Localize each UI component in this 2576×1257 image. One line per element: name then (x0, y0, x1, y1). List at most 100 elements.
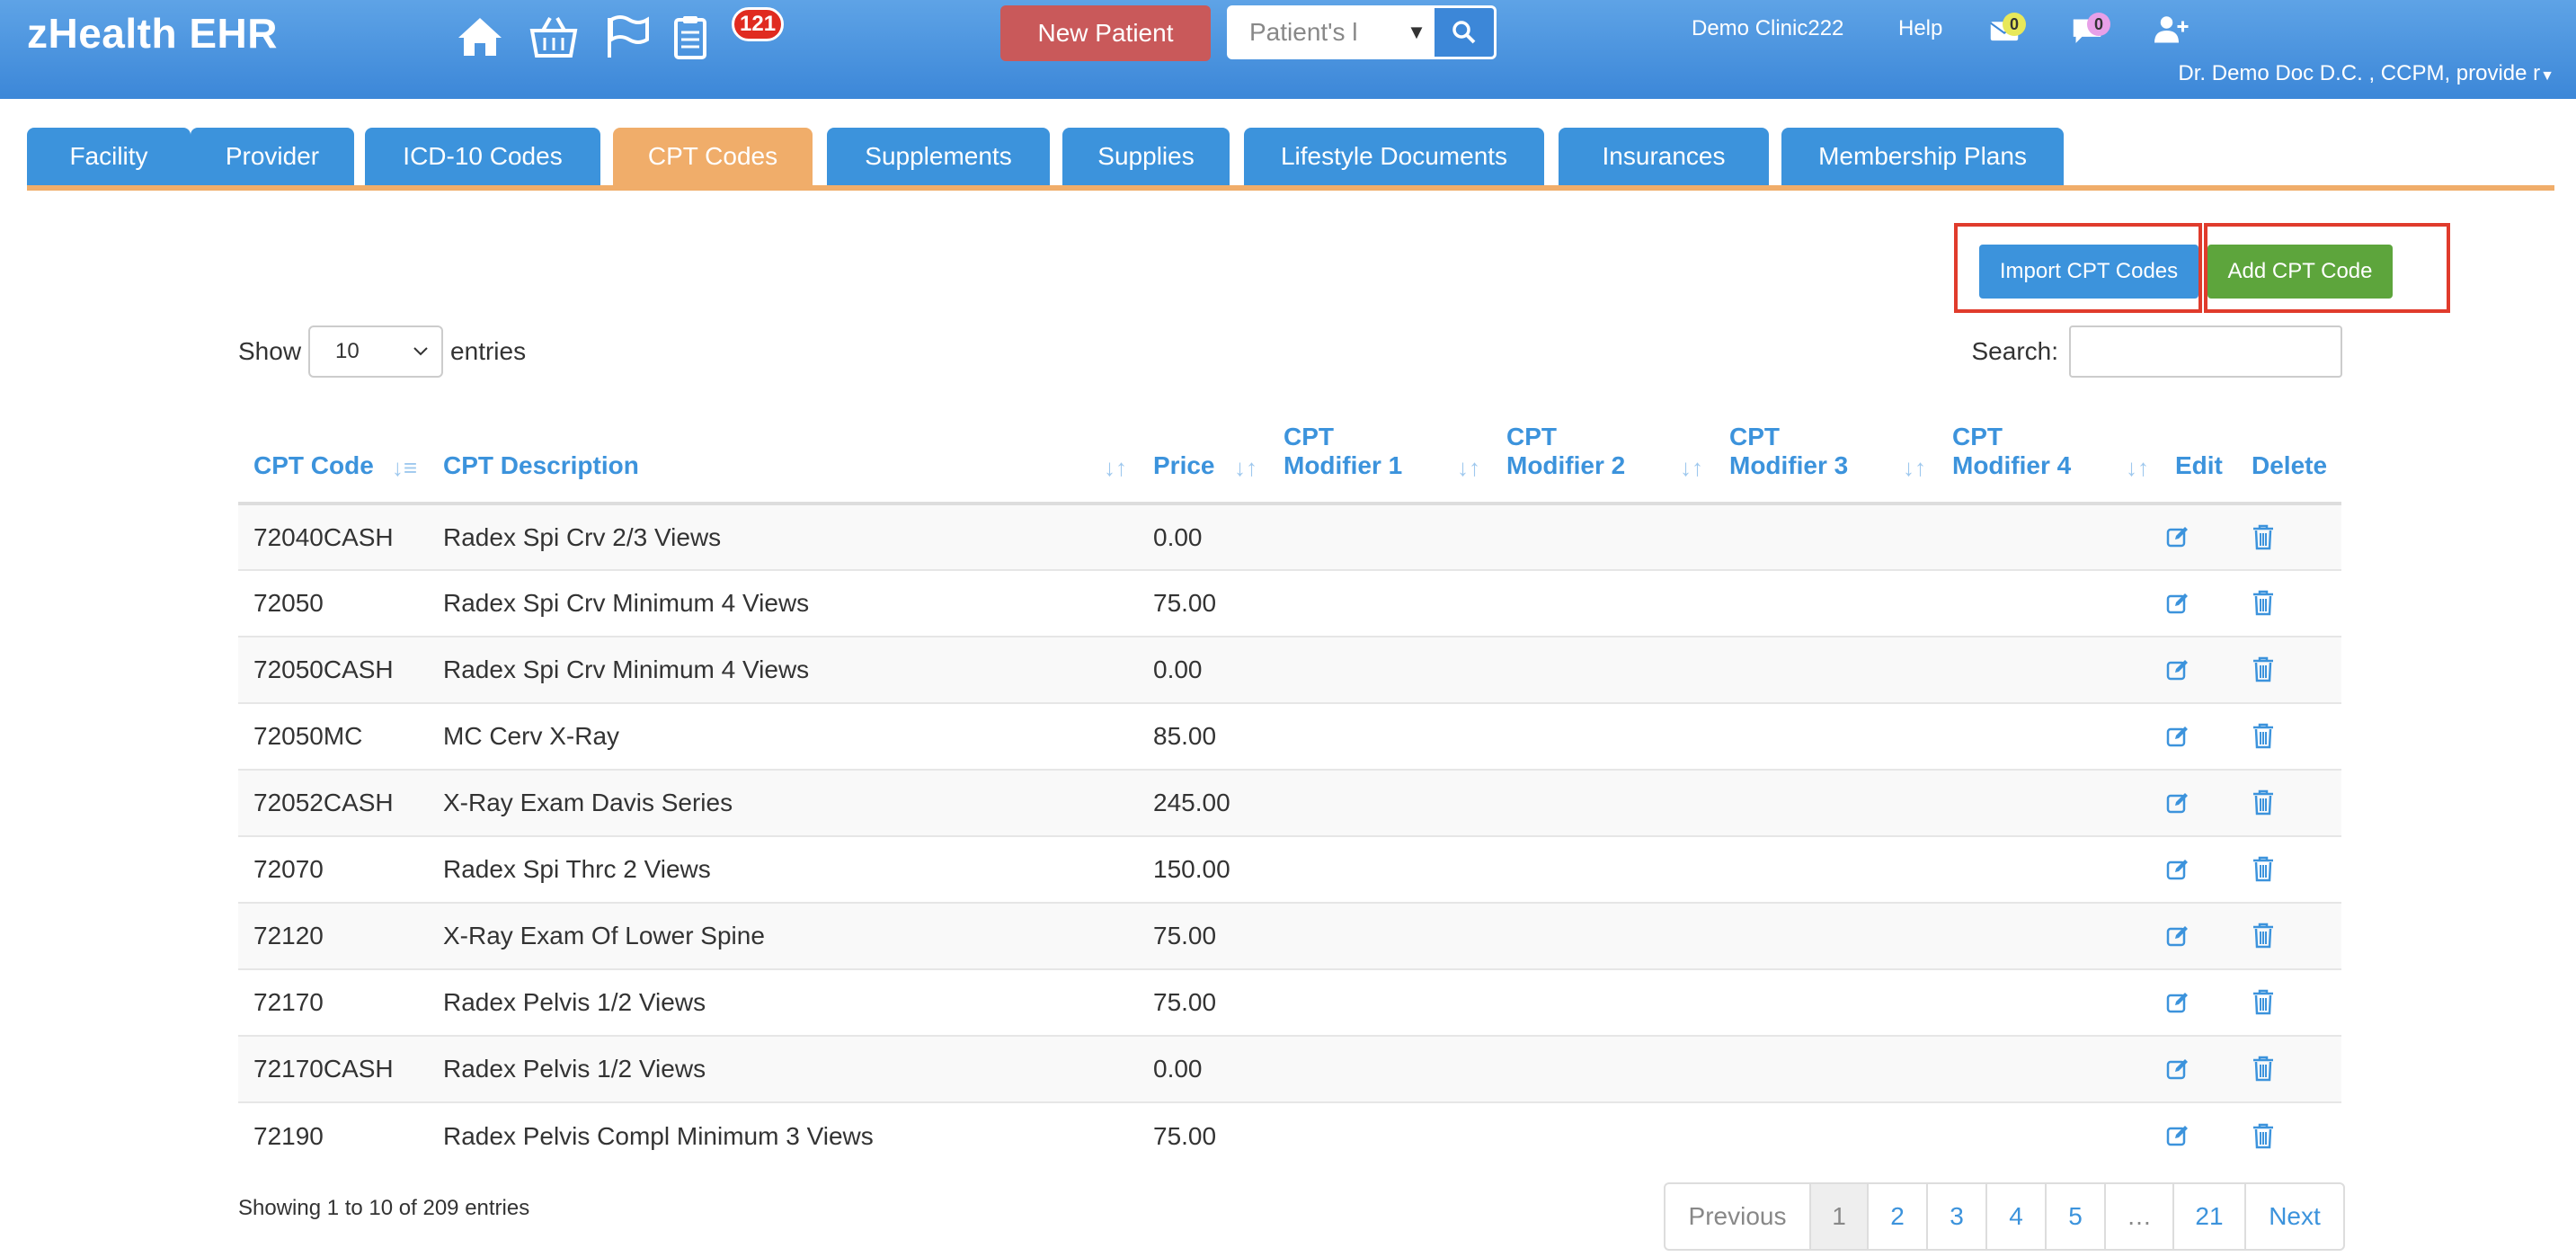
trash-icon[interactable] (2245, 784, 2281, 820)
cell-edit (2160, 902, 2236, 969)
tab-cpt-codes[interactable]: CPT Codes (613, 128, 813, 185)
header-label: CPT Description (443, 451, 639, 479)
pagination-page[interactable]: 4 (1985, 1184, 2045, 1249)
pagination-page[interactable]: 3 (1926, 1184, 1985, 1249)
pagination-page[interactable]: 5 (2045, 1184, 2104, 1249)
tab-lifestyle-documents[interactable]: Lifestyle Documents (1244, 128, 1544, 185)
tab-label: Provider (225, 142, 320, 170)
basket-icon[interactable] (529, 13, 579, 59)
cell-cpt-code: 72190 (238, 1101, 428, 1169)
patient-search[interactable]: Patient's l ▼ (1227, 5, 1497, 59)
patient-search-input[interactable]: Patient's l (1230, 18, 1399, 47)
cell-modifier-3 (1714, 1101, 1937, 1169)
table-row: 72190 Radex Pelvis Compl Minimum 3 Views 7… (238, 1101, 2341, 1169)
chat-icon[interactable]: 0 (2069, 13, 2112, 61)
header-cpt-code[interactable]: CPT Code ↓≡ (238, 396, 428, 505)
notification-badge[interactable]: 121 (732, 7, 785, 41)
sort-icon: ↓↑ (1457, 454, 1480, 481)
pagination-page[interactable]: 2 (1867, 1184, 1926, 1249)
trash-icon[interactable] (2245, 851, 2281, 887)
edit-icon[interactable] (2160, 718, 2196, 754)
highlight-box (1954, 223, 2202, 313)
tab-supplements[interactable]: Supplements (827, 128, 1050, 185)
header-cpt-modifier-1[interactable]: CPT Modifier 1 ↓↑ (1268, 396, 1491, 505)
header-cpt-description[interactable]: CPT Description ↓↑ (428, 396, 1138, 505)
pagination-page[interactable]: 1 (1809, 1184, 1867, 1249)
edit-icon[interactable] (2160, 585, 2196, 621)
clipboard-icon[interactable] (665, 13, 715, 59)
cell-modifier-2 (1491, 1101, 1714, 1169)
edit-icon[interactable] (2160, 519, 2196, 555)
tab-membership-plans[interactable]: Membership Plans (1781, 128, 2064, 185)
cell-cpt-description: MC Cerv X-Ray (428, 702, 1138, 770)
trash-icon[interactable] (2245, 984, 2281, 1020)
cell-delete (2236, 968, 2341, 1036)
pagination-previous[interactable]: Previous (1666, 1184, 1809, 1249)
cell-cpt-code: 72070 (238, 835, 428, 903)
cell-cpt-code: 72050MC (238, 702, 428, 770)
search-input[interactable] (2069, 325, 2342, 378)
header-cpt-modifier-4[interactable]: CPT Modifier 4 ↓↑ (1937, 396, 2160, 505)
pagination-next[interactable]: Next (2244, 1184, 2343, 1249)
edit-icon[interactable] (2160, 1051, 2196, 1087)
tab-icd-10-codes[interactable]: ICD-10 Codes (365, 128, 600, 185)
clinic-link[interactable]: Demo Clinic222 (1692, 16, 1843, 41)
search-button[interactable] (1435, 8, 1494, 57)
table-header-row: CPT Code ↓≡ CPT Description ↓↑ Price ↓↑ CPT… (238, 396, 2341, 505)
cell-modifier-4 (1937, 902, 2160, 969)
cell-cpt-code: 72050 (238, 569, 428, 637)
edit-icon[interactable] (2160, 918, 2196, 954)
edit-icon[interactable] (2160, 652, 2196, 688)
trash-icon[interactable] (2245, 1050, 2281, 1086)
pagination-page[interactable]: 21 (2172, 1184, 2244, 1249)
cell-cpt-description: Radex Pelvis Compl Minimum 3 Views (428, 1101, 1138, 1169)
header-edit: Edit (2160, 396, 2236, 505)
cell-modifier-1 (1268, 902, 1491, 969)
edit-icon[interactable] (2160, 985, 2196, 1021)
help-link[interactable]: Help (1898, 16, 1942, 41)
cell-modifier-3 (1714, 1035, 1937, 1102)
cell-modifier-4 (1937, 1035, 2160, 1102)
cell-modifier-1 (1268, 503, 1491, 570)
cell-cpt-description: Radex Spi Crv Minimum 4 Views (428, 569, 1138, 637)
show-label: Show (238, 337, 302, 365)
cell-modifier-1 (1268, 1101, 1491, 1169)
tab-facility[interactable]: Facility (27, 128, 191, 185)
new-patient-button[interactable]: New Patient (1000, 5, 1211, 61)
entries-select[interactable]: 10 (308, 325, 444, 378)
cell-modifier-2 (1491, 968, 1714, 1036)
cell-cpt-description: X-Ray Exam Of Lower Spine (428, 902, 1138, 969)
cell-modifier-3 (1714, 902, 1937, 969)
brand-logo[interactable]: zHealth EHR (27, 9, 278, 58)
cell-cpt-code: 72170 (238, 968, 428, 1036)
cell-delete (2236, 835, 2341, 903)
show-entries: Show 10 entries (238, 325, 526, 378)
edit-icon[interactable] (2160, 1118, 2196, 1154)
add-user-icon[interactable] (2152, 13, 2195, 59)
pagination-ellipsis: … (2104, 1184, 2172, 1249)
edit-icon[interactable] (2160, 851, 2196, 887)
cell-edit (2160, 968, 2236, 1036)
trash-icon[interactable] (2245, 651, 2281, 687)
edit-icon[interactable] (2160, 785, 2196, 821)
table-info: Showing 1 to 10 of 209 entries (238, 1196, 530, 1220)
header-cpt-modifier-2[interactable]: CPT Modifier 2 ↓↑ (1491, 396, 1714, 505)
user-menu[interactable]: Dr. Demo Doc D.C. , CCPM, provide r▼ (2178, 61, 2554, 86)
caret-down-icon[interactable]: ▼ (1399, 21, 1435, 44)
home-icon[interactable] (455, 13, 505, 59)
trash-icon[interactable] (2245, 718, 2281, 753)
tab-supplies[interactable]: Supplies (1062, 128, 1230, 185)
trash-icon[interactable] (2245, 917, 2281, 953)
trash-icon[interactable] (2245, 519, 2281, 555)
trash-icon[interactable] (2245, 584, 2281, 620)
table-row: 72040CASH Radex Spi Crv 2/3 Views 0.00 (238, 503, 2341, 570)
user-name: Dr. Demo Doc D.C. , CCPM, provide r (2178, 61, 2541, 85)
tab-insurances[interactable]: Insurances (1559, 128, 1769, 185)
flag-icon[interactable] (602, 13, 653, 59)
trash-icon[interactable] (2245, 1118, 2281, 1154)
header-cpt-modifier-3[interactable]: CPT Modifier 3 ↓↑ (1714, 396, 1937, 505)
cell-modifier-4 (1937, 1101, 2160, 1169)
tab-provider[interactable]: Provider (191, 128, 354, 185)
envelope-icon[interactable]: 0 (1986, 13, 2030, 61)
header-price[interactable]: Price ↓↑ (1138, 396, 1268, 505)
